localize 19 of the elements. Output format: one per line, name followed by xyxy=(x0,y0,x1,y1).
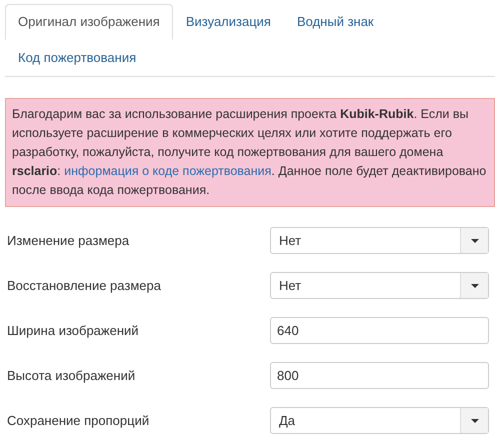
input-field[interactable]: 640 xyxy=(270,317,489,344)
tab[interactable]: Оригинал изображения xyxy=(5,4,173,40)
tab[interactable]: Водный знак xyxy=(284,4,387,40)
caret-icon xyxy=(470,284,478,288)
select-dropdown[interactable]: Да xyxy=(270,407,489,434)
field-label: Сохранение пропорций xyxy=(6,412,150,430)
field-label: Восстановление размера xyxy=(6,276,162,295)
select-dropdown[interactable]: Нет xyxy=(270,227,489,254)
field-label: Ширина изображений xyxy=(6,322,140,340)
tab[interactable]: Визуализация xyxy=(172,4,284,40)
select-dropdown[interactable]: Нет xyxy=(270,272,489,299)
caret-icon xyxy=(470,418,478,422)
caret-icon xyxy=(470,238,478,242)
tab[interactable]: Код пожертвования xyxy=(5,40,150,76)
field-label: Изменение размера xyxy=(6,232,130,250)
field-label: Высота изображений xyxy=(6,366,136,385)
donation-info-link[interactable]: информация о коде пожертвования xyxy=(64,164,272,178)
input-field[interactable]: 800 xyxy=(270,362,489,389)
donation-notice: Благодарим вас за использование расширения проекта Kubik-Rubik. Если вы используете расширение в коммерческих целях или хотите поддержать его разработку, пожалуйста, получите код пожертвования для вашего домена rsclario: информация о коде пожертвования. Данное поле будет деактивировано после ввода кода пожертвования. xyxy=(12,106,488,199)
